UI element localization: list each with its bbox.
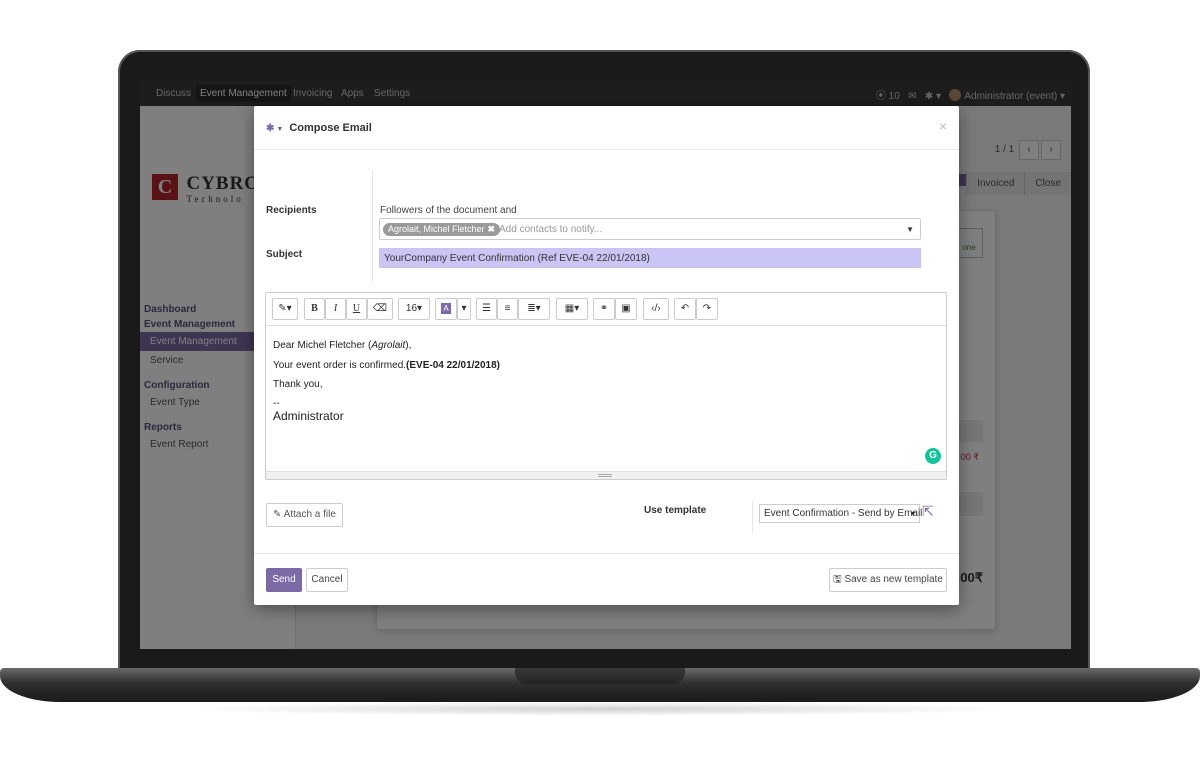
subject-input[interactable]: YourCompany Event Confirmation (Ref EVE-… xyxy=(379,248,921,268)
compose-email-dialog: ✱ ▼ Compose Email × Recipients Followers o… xyxy=(254,106,959,605)
subject-label: Subject xyxy=(266,249,303,260)
body-greeting: Dear Michel Fletcher (Agrolait), xyxy=(273,340,412,351)
underline-button[interactable]: U xyxy=(346,298,367,320)
body-thanks: Thank you, xyxy=(273,379,323,390)
recipients-placeholder[interactable]: Add contacts to notify... xyxy=(499,224,602,235)
bullet-list-icon[interactable]: ☰ xyxy=(476,298,497,320)
table-icon[interactable]: ▦▾ xyxy=(556,298,588,320)
attach-file-button[interactable]: ✎ Attach a file xyxy=(266,503,343,527)
paperclip-icon: ✎ xyxy=(273,509,282,520)
italic-button[interactable]: I xyxy=(325,298,346,320)
font-size-select[interactable]: 16▾ xyxy=(398,298,430,320)
text-color-icon[interactable]: A xyxy=(435,298,457,320)
style-icon[interactable]: ✎▾ xyxy=(272,298,298,320)
recipients-input[interactable]: Agrolait, Michel Fletcher ✖ Add contacts … xyxy=(379,218,921,240)
email-body[interactable]: Dear Michel Fletcher (Agrolait), Your ev… xyxy=(273,336,500,423)
image-icon[interactable]: ▣ xyxy=(615,298,637,320)
cancel-button[interactable]: Cancel xyxy=(306,568,348,592)
template-select[interactable]: Event Confirmation - Send by Email ▾ xyxy=(759,504,922,523)
laptop-shadow xyxy=(180,702,1020,716)
align-icon[interactable]: ≣▾ xyxy=(518,298,550,320)
send-button[interactable]: Send xyxy=(266,568,302,592)
followers-text: Followers of the document and xyxy=(380,205,517,216)
screen: Discuss Event Management Invoicing Apps … xyxy=(140,80,1071,649)
field-divider xyxy=(372,170,373,282)
editor-resize-handle[interactable] xyxy=(266,471,946,479)
chevron-down-icon[interactable]: ▾ xyxy=(457,298,471,320)
recipients-label: Recipients xyxy=(266,205,317,216)
body-signature: Administrator xyxy=(273,408,344,423)
close-icon[interactable]: × xyxy=(939,118,947,134)
redo-icon[interactable]: ↷ xyxy=(696,298,718,320)
body-signature-separator: -- xyxy=(273,397,280,409)
bold-button[interactable]: B xyxy=(304,298,325,320)
dropdown-caret-icon[interactable]: ▼ xyxy=(906,225,914,234)
undo-icon[interactable]: ↶ xyxy=(674,298,696,320)
recipient-tag[interactable]: Agrolait, Michel Fletcher ✖ xyxy=(383,223,501,236)
editor-toolbar: ✎▾ B I U ⌫ 16▾ A ▾ ☰ ≡ ≣▾ ▦▾ ⚭ ▣ ‹/› ↶ ↷ xyxy=(266,293,946,326)
modal-title: ✱ ▼ Compose Email xyxy=(266,122,372,134)
body-confirmation: Your event order is confirmed.(EVE-04 22… xyxy=(273,359,500,371)
numbered-list-icon[interactable]: ≡ xyxy=(497,298,518,320)
grammarly-icon[interactable]: G xyxy=(925,448,941,464)
template-divider xyxy=(752,501,753,534)
code-view-icon[interactable]: ‹/› xyxy=(643,298,669,320)
modal-header: ✱ ▼ Compose Email × xyxy=(254,106,959,150)
link-icon[interactable]: ⚭ xyxy=(593,298,615,320)
floppy-icon: 🖫 xyxy=(833,574,842,585)
chevron-down-icon[interactable]: ▼ xyxy=(276,126,283,133)
chevron-down-icon: ▾ xyxy=(910,509,915,518)
bug-icon[interactable]: ✱ xyxy=(266,123,274,134)
dialog-title: Compose Email xyxy=(289,122,372,134)
modal-footer: Send Cancel 🖫 Save as new template xyxy=(254,553,959,605)
email-body-editor: ✎▾ B I U ⌫ 16▾ A ▾ ☰ ≡ ≣▾ ▦▾ ⚭ ▣ ‹/› ↶ ↷… xyxy=(265,292,947,480)
save-as-template-button[interactable]: 🖫 Save as new template xyxy=(829,568,947,592)
eraser-icon[interactable]: ⌫ xyxy=(367,298,393,320)
external-link-icon[interactable]: ⇱ xyxy=(922,503,934,520)
remove-tag-icon[interactable]: ✖ xyxy=(488,224,496,234)
laptop-notch xyxy=(515,668,685,684)
use-template-label: Use template xyxy=(644,505,707,516)
